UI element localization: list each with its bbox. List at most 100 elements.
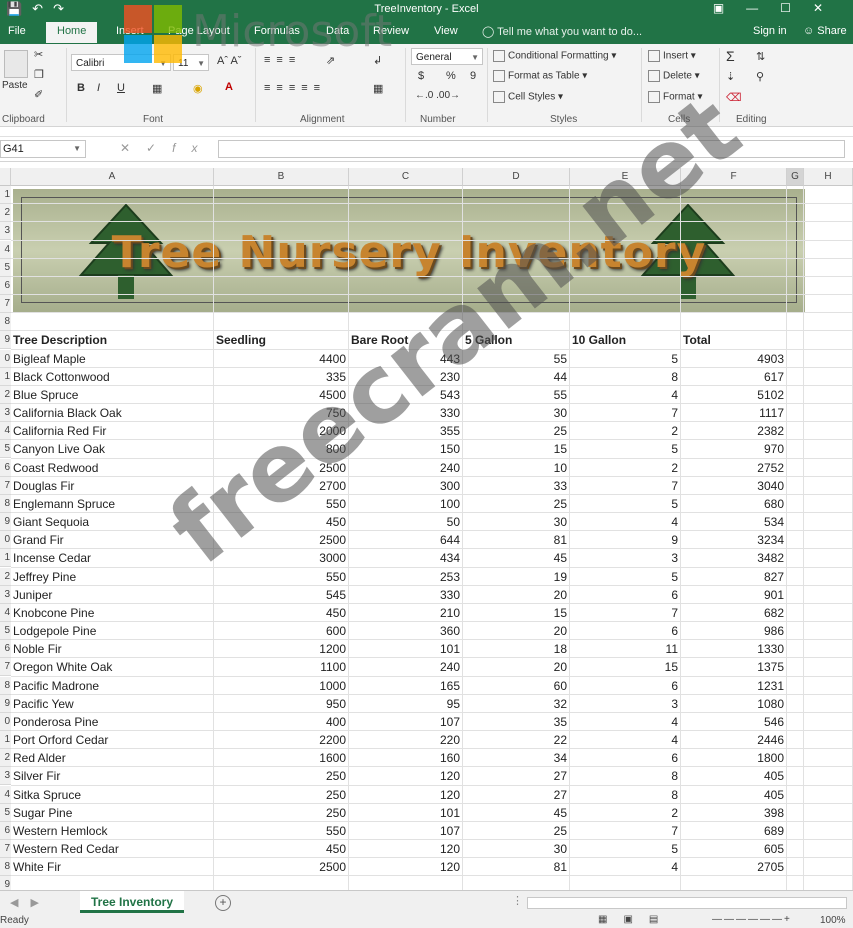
row-header[interactable]: 3 bbox=[0, 222, 11, 241]
quantity-cell[interactable]: 25 bbox=[463, 495, 570, 513]
row-header[interactable]: 7 bbox=[0, 658, 11, 677]
row-header[interactable]: 1 bbox=[0, 731, 11, 750]
quantity-cell[interactable]: 1080 bbox=[681, 695, 787, 713]
tree-description-cell[interactable]: Silver Fir bbox=[11, 767, 214, 785]
quantity-cell[interactable]: 3482 bbox=[681, 549, 787, 567]
paste-button[interactable]: Paste bbox=[2, 80, 28, 91]
row-header[interactable]: 2 bbox=[0, 567, 11, 586]
quantity-cell[interactable]: 18 bbox=[463, 640, 570, 658]
tree-description-cell[interactable]: Red Alder bbox=[11, 749, 214, 767]
comma-button[interactable]: 9 bbox=[470, 70, 476, 82]
tree-description-cell[interactable]: Giant Sequoia bbox=[11, 513, 214, 531]
tree-description-cell[interactable]: Pacific Yew bbox=[11, 695, 214, 713]
quantity-cell[interactable]: 120 bbox=[349, 786, 463, 804]
quantity-cell[interactable]: 1200 bbox=[214, 640, 349, 658]
quantity-cell[interactable]: 2500 bbox=[214, 459, 349, 477]
quantity-cell[interactable]: 800 bbox=[214, 440, 349, 458]
quantity-cell[interactable]: 10 bbox=[463, 459, 570, 477]
tree-description-cell[interactable]: Bigleaf Maple bbox=[11, 350, 214, 368]
row-header[interactable]: 8 bbox=[0, 858, 11, 877]
delete-cells-button[interactable]: Delete ▾ bbox=[648, 70, 700, 82]
tree-description-cell[interactable]: California Red Fir bbox=[11, 422, 214, 440]
tree-description-cell[interactable]: Douglas Fir bbox=[11, 477, 214, 495]
row-header[interactable]: 3 bbox=[0, 585, 11, 604]
window-controls[interactable]: ▣—☐✕ bbox=[713, 1, 845, 15]
tree-description-cell[interactable]: Ponderosa Pine bbox=[11, 713, 214, 731]
quantity-cell[interactable]: 4 bbox=[570, 513, 681, 531]
row-header[interactable]: 4 bbox=[0, 240, 11, 259]
tree-description-cell[interactable]: Oregon White Oak bbox=[11, 658, 214, 676]
quantity-cell[interactable]: 30 bbox=[463, 513, 570, 531]
row-header[interactable]: 9 bbox=[0, 694, 11, 713]
row-header[interactable]: 7 bbox=[0, 476, 11, 495]
tell-me-box[interactable]: ◯ Tell me what you want to do... bbox=[482, 25, 642, 38]
quantity-cell[interactable]: 5 bbox=[570, 495, 681, 513]
autosum-icon[interactable]: Σ bbox=[726, 48, 735, 64]
row-header[interactable]: 3 bbox=[0, 404, 11, 423]
tab-splitter[interactable]: ⋮ bbox=[512, 894, 523, 907]
row-header[interactable]: 2 bbox=[0, 385, 11, 404]
format-painter-icon[interactable]: ✐ bbox=[34, 88, 43, 101]
number-format-select[interactable]: General ▼ bbox=[411, 48, 483, 65]
quantity-cell[interactable]: 4 bbox=[570, 386, 681, 404]
underline-button[interactable]: U bbox=[117, 82, 125, 94]
quantity-cell[interactable]: 120 bbox=[349, 767, 463, 785]
quantity-cell[interactable]: 330 bbox=[349, 586, 463, 604]
quantity-cell[interactable]: 32 bbox=[463, 695, 570, 713]
clear-icon[interactable]: ⌫ bbox=[726, 91, 742, 104]
quantity-cell[interactable]: 443 bbox=[349, 350, 463, 368]
column-header-d[interactable]: D bbox=[463, 168, 570, 186]
tree-description-cell[interactable]: Noble Fir bbox=[11, 640, 214, 658]
quantity-cell[interactable]: 250 bbox=[214, 804, 349, 822]
quantity-cell[interactable]: 27 bbox=[463, 786, 570, 804]
quantity-cell[interactable]: 230 bbox=[349, 368, 463, 386]
tree-description-cell[interactable]: Sitka Spruce bbox=[11, 786, 214, 804]
quantity-cell[interactable]: 300 bbox=[349, 477, 463, 495]
row-header[interactable]: 0 bbox=[0, 349, 11, 368]
table-header-cell[interactable]: Tree Description bbox=[11, 331, 214, 349]
column-header-c[interactable]: C bbox=[349, 168, 463, 186]
tree-description-cell[interactable]: Englemann Spruce bbox=[11, 495, 214, 513]
quantity-cell[interactable]: 330 bbox=[349, 404, 463, 422]
quantity-cell[interactable]: 405 bbox=[681, 786, 787, 804]
sign-in-link[interactable]: Sign in bbox=[753, 25, 787, 37]
quantity-cell[interactable]: 22 bbox=[463, 731, 570, 749]
worksheet-grid[interactable]: A B C D E F G H Tree Nursery Inventory 1… bbox=[0, 168, 853, 895]
quantity-cell[interactable]: 30 bbox=[463, 404, 570, 422]
tree-description-cell[interactable]: Canyon Live Oak bbox=[11, 440, 214, 458]
fill-icon[interactable]: ⇣ bbox=[726, 70, 735, 83]
quantity-cell[interactable]: 34 bbox=[463, 749, 570, 767]
row-header[interactable]: 1 bbox=[0, 549, 11, 568]
quantity-cell[interactable]: 1330 bbox=[681, 640, 787, 658]
quantity-cell[interactable]: 81 bbox=[463, 531, 570, 549]
quantity-cell[interactable]: 545 bbox=[214, 586, 349, 604]
quantity-cell[interactable]: 1000 bbox=[214, 677, 349, 695]
quantity-cell[interactable]: 1117 bbox=[681, 404, 787, 422]
quantity-cell[interactable]: 986 bbox=[681, 622, 787, 640]
quantity-cell[interactable]: 6 bbox=[570, 749, 681, 767]
quantity-cell[interactable]: 405 bbox=[681, 767, 787, 785]
quantity-cell[interactable]: 250 bbox=[214, 767, 349, 785]
quantity-cell[interactable]: 546 bbox=[681, 713, 787, 731]
horizontal-align-icons[interactable]: ≡≡≡≡≡ bbox=[264, 82, 326, 94]
bold-button[interactable]: B bbox=[77, 82, 85, 94]
quantity-cell[interactable]: 689 bbox=[681, 822, 787, 840]
quantity-cell[interactable]: 434 bbox=[349, 549, 463, 567]
tab-data[interactable]: Data bbox=[326, 25, 349, 37]
row-header[interactable]: 1 bbox=[0, 367, 11, 386]
tree-description-cell[interactable]: Knobcone Pine bbox=[11, 604, 214, 622]
quantity-cell[interactable]: 220 bbox=[349, 731, 463, 749]
quantity-cell[interactable]: 27 bbox=[463, 767, 570, 785]
orientation-icon[interactable]: ⇗ bbox=[326, 54, 335, 67]
quantity-cell[interactable]: 55 bbox=[463, 386, 570, 404]
merge-center-icon[interactable]: ▦ bbox=[373, 82, 383, 95]
row-header[interactable]: 0 bbox=[0, 531, 11, 550]
tab-home[interactable]: Home bbox=[46, 22, 98, 43]
zoom-slider[interactable]: ——————+ bbox=[712, 914, 792, 925]
quantity-cell[interactable]: 901 bbox=[681, 586, 787, 604]
quantity-cell[interactable]: 450 bbox=[214, 513, 349, 531]
quantity-cell[interactable]: 3 bbox=[570, 549, 681, 567]
quantity-cell[interactable]: 950 bbox=[214, 695, 349, 713]
row-header[interactable]: 8 bbox=[0, 313, 11, 332]
quantity-cell[interactable]: 101 bbox=[349, 640, 463, 658]
